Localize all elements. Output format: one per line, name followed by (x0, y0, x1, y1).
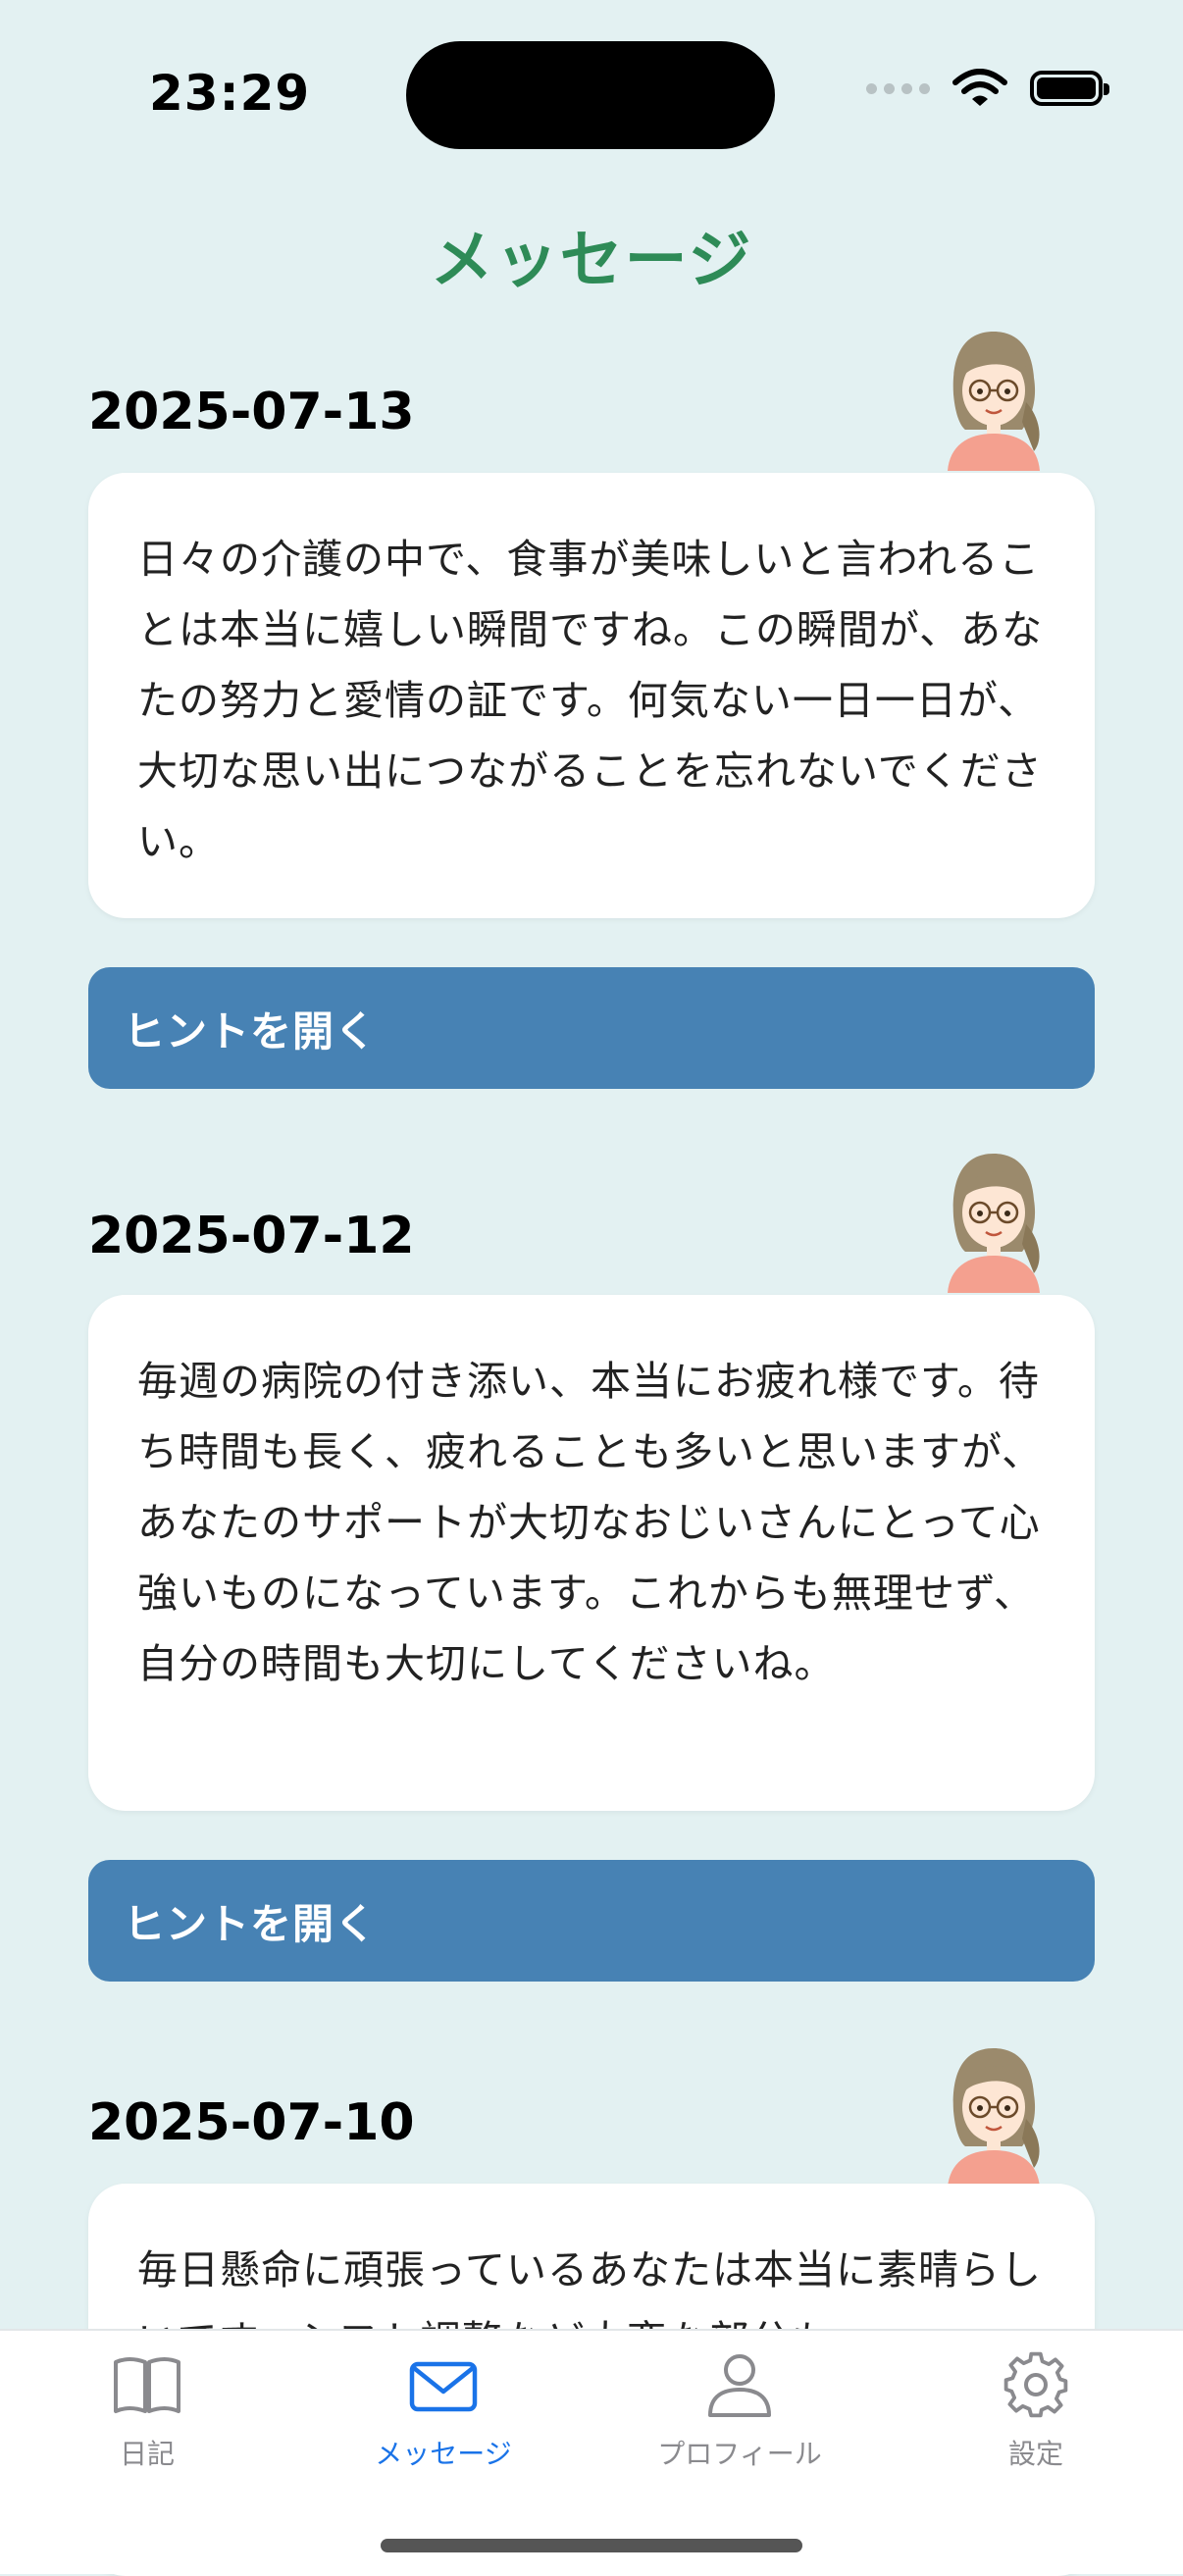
status-indicators (866, 69, 1109, 108)
tab-messages[interactable]: メッセージ (326, 2350, 561, 2472)
caregiver-avatar (948, 2048, 1040, 2188)
tab-profile[interactable]: プロフィール (622, 2350, 857, 2472)
gear-icon (1003, 2351, 1068, 2418)
open-hint-button[interactable]: ヒントを開く (88, 967, 1095, 1089)
dynamic-island (406, 41, 775, 149)
open-hint-button[interactable]: ヒントを開く (88, 1860, 1095, 1982)
tab-label: 日記 (119, 2438, 175, 2470)
cellular-signal-icon (866, 82, 930, 94)
message-card: 日々の介護の中で、食事が美味しいと言われることは本当に嬉しい瞬間ですね。この瞬間… (88, 473, 1095, 918)
entry-date: 2025-07-12 (88, 1207, 415, 1265)
caregiver-avatar (948, 1154, 1040, 1293)
person-icon (708, 2354, 771, 2417)
message-card: 毎週の病院の付き添い、本当にお疲れ様です。待ち時間も長く、疲れることも多いと思い… (88, 1295, 1095, 1811)
tab-label: 設定 (1007, 2438, 1063, 2470)
page-title: メッセージ (430, 225, 753, 297)
status-time: 23:29 (149, 65, 311, 122)
battery-icon (1030, 71, 1109, 106)
tab-settings[interactable]: 設定 (918, 2350, 1154, 2472)
caregiver-avatar (948, 332, 1040, 471)
envelope-icon (409, 2361, 478, 2412)
home-indicator[interactable] (381, 2539, 802, 2552)
entry-date: 2025-07-10 (88, 2093, 415, 2152)
wifi-icon (952, 69, 1007, 106)
entry-date: 2025-07-13 (88, 383, 415, 441)
tab-diary[interactable]: 日記 (29, 2350, 265, 2472)
book-icon (114, 2357, 180, 2413)
tab-label: メッセージ (375, 2438, 512, 2470)
tab-bar: 日記 メッセージ プロフィール 設定 (0, 2329, 1183, 2574)
tab-label: プロフィール (657, 2438, 822, 2470)
